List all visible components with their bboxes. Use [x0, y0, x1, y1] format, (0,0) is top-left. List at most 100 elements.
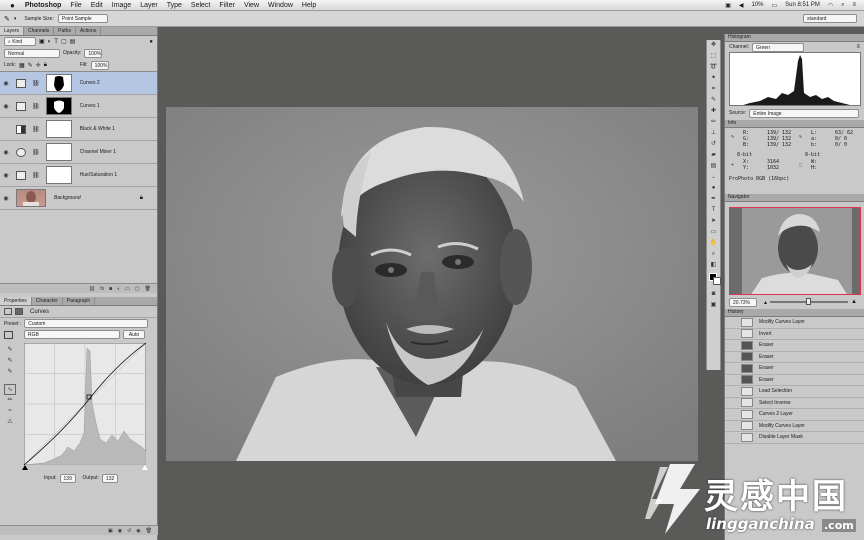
layer-name[interactable]: Channel Mixer 1 [80, 149, 116, 155]
layer-row[interactable]: ◉ ⛓︎ Black & White 1 [0, 118, 157, 141]
blend-mode-select[interactable]: Normal [4, 48, 60, 58]
menu-file[interactable]: File [70, 2, 81, 9]
layer-row[interactable]: ◉ ⛓︎ Curves 1 [0, 95, 157, 118]
menu-edit[interactable]: Edit [91, 2, 103, 9]
list-item[interactable]: Load Selection [725, 386, 864, 398]
link-chain-icon[interactable]: ⛓︎ [32, 80, 40, 87]
type-tool-icon[interactable]: T [707, 205, 720, 216]
background-thumbnail[interactable] [16, 189, 46, 207]
lock-transparent-icon[interactable]: ▦ [19, 62, 25, 69]
list-icon[interactable]: ≡ [852, 2, 856, 8]
pen-tool-icon[interactable]: ✒ [707, 194, 720, 205]
marquee-tool-icon[interactable]: ⬚ [707, 51, 720, 62]
list-item[interactable]: Eraser [725, 363, 864, 375]
clock[interactable]: Sun 8:51 PM [785, 2, 820, 8]
eyedropper-tool-icon[interactable]: ✎ [707, 95, 720, 106]
eyedropper-black-icon[interactable]: ✎ [4, 345, 16, 356]
layer-mask-thumbnail[interactable] [45, 143, 72, 161]
filter-type-icon[interactable]: T [54, 39, 58, 45]
list-item[interactable]: Eraser [725, 340, 864, 352]
navigator-preview[interactable] [729, 207, 861, 295]
list-item[interactable]: Disable Layer Mask [725, 432, 864, 444]
menu-layer[interactable]: Layer [140, 2, 158, 9]
histogram-panel-header[interactable]: Histogram [725, 34, 864, 42]
layer-mask-thumbnail[interactable] [45, 120, 72, 138]
zoom-in-icon[interactable]: ▲ [851, 299, 857, 305]
filter-pixel-icon[interactable]: ▣ [39, 38, 45, 45]
eyedropper-white-icon[interactable]: ✎ [4, 367, 16, 378]
list-item[interactable]: Select Inverse [725, 398, 864, 409]
list-item[interactable]: Curves 2 Layer [725, 409, 864, 421]
clone-stamp-tool-icon[interactable]: ⊥ [707, 128, 720, 139]
layer-name[interactable]: Black & White 1 [80, 126, 115, 132]
kind-filter-select[interactable]: ⌕ Kind [4, 37, 36, 46]
add-mask-icon[interactable]: ◙ [109, 286, 112, 292]
zoom-out-icon[interactable]: ▴ [764, 299, 767, 306]
tab-channels[interactable]: Channels [24, 27, 55, 35]
link-chain-icon[interactable]: ⛓︎ [32, 149, 40, 156]
battery-icon[interactable]: ▭ [772, 2, 778, 9]
toggle-visibility-icon[interactable]: ◉ [136, 528, 140, 534]
document-canvas[interactable] [166, 107, 698, 461]
navigator-panel-header[interactable]: Navigator [725, 194, 864, 202]
layer-mask-thumbnail[interactable] [45, 166, 72, 184]
dodge-tool-icon[interactable]: ● [707, 183, 720, 194]
menu-select[interactable]: Select [191, 2, 210, 9]
fill-input[interactable]: 100% [90, 60, 109, 70]
layer-row[interactable]: ◉ ⛓︎ Channel Mixer 1 [0, 141, 157, 164]
background-color-swatch[interactable] [713, 277, 721, 285]
hand-target-icon[interactable] [4, 330, 13, 339]
history-brush-tool-icon[interactable]: ↺ [707, 139, 720, 150]
tab-layers[interactable]: Layers [0, 27, 25, 35]
layer-row[interactable]: ◉ ⛓︎ Hue/Saturation 1 [0, 164, 157, 187]
smooth-icon[interactable]: ≈ [4, 406, 16, 417]
view-previous-icon[interactable]: ◉ [118, 528, 122, 534]
black-point-slider[interactable] [22, 465, 28, 470]
info-panel-header[interactable]: Info [725, 120, 864, 128]
brush-tool-icon[interactable]: ✏ [707, 117, 720, 128]
clipping-icon[interactable]: ⚠ [4, 417, 16, 428]
histogram-menu-icon[interactable]: ≡ [856, 44, 860, 50]
list-item[interactable]: Eraser [725, 375, 864, 386]
tool-preset-chevron-icon[interactable]: ▾ [14, 16, 17, 22]
curves-icon[interactable] [4, 308, 12, 315]
delete-adjustment-icon[interactable]: 🗑︎ [146, 528, 152, 534]
layer-name[interactable]: Curves 2 [80, 80, 100, 86]
trash-icon[interactable]: 🗑︎ [145, 286, 151, 292]
workspace-select[interactable]: standard [803, 14, 857, 23]
record-icon[interactable]: ▣ [725, 2, 731, 9]
menu-view[interactable]: View [244, 2, 259, 9]
visibility-eye-icon[interactable]: ◉ [0, 126, 12, 133]
tab-properties[interactable]: Properties [0, 297, 32, 305]
auto-button[interactable]: Auto [123, 330, 145, 339]
fx-icon[interactable]: fx [100, 286, 104, 292]
shape-tool-icon[interactable]: ▭ [707, 227, 720, 238]
hand-tool-icon[interactable]: ✋ [707, 238, 720, 249]
layer-mask-thumbnail[interactable] [45, 97, 72, 115]
channel-select[interactable]: RGB [24, 330, 120, 339]
output-field[interactable]: 132 [101, 473, 118, 483]
menu-type[interactable]: Type [167, 2, 182, 9]
filter-toggle-icon[interactable]: ● [149, 39, 153, 45]
menu-image[interactable]: Image [112, 2, 131, 9]
histogram-source-select[interactable]: Entire Image [749, 108, 860, 118]
menu-filter[interactable]: Filter [219, 2, 235, 9]
opacity-input[interactable]: 100% [84, 48, 103, 58]
link-layers-icon[interactable]: ⛓︎ [89, 286, 95, 292]
apple-icon[interactable]: ● [10, 1, 15, 10]
visibility-eye-icon[interactable]: ◉ [0, 172, 12, 179]
crop-tool-icon[interactable]: ⌗ [707, 84, 720, 95]
blur-tool-icon[interactable]: 💧︎ [707, 172, 720, 183]
zoom-slider-thumb[interactable] [806, 298, 812, 305]
layer-name[interactable]: Hue/Saturation 1 [80, 172, 118, 178]
tab-character[interactable]: Character [32, 297, 63, 305]
tab-actions[interactable]: Actions [76, 27, 102, 35]
eyedropper-gray-icon[interactable]: ✎ [4, 356, 16, 367]
visibility-eye-icon[interactable]: ◉ [0, 149, 12, 156]
new-adjustment-icon[interactable]: ◐ [117, 286, 120, 292]
wifi-icon[interactable]: ◠ [828, 2, 833, 9]
new-layer-icon[interactable]: ▢ [135, 286, 140, 292]
link-chain-icon[interactable]: ⛓︎ [32, 103, 40, 110]
curves-graph[interactable] [24, 343, 146, 465]
input-field[interactable]: 139 [59, 473, 76, 483]
